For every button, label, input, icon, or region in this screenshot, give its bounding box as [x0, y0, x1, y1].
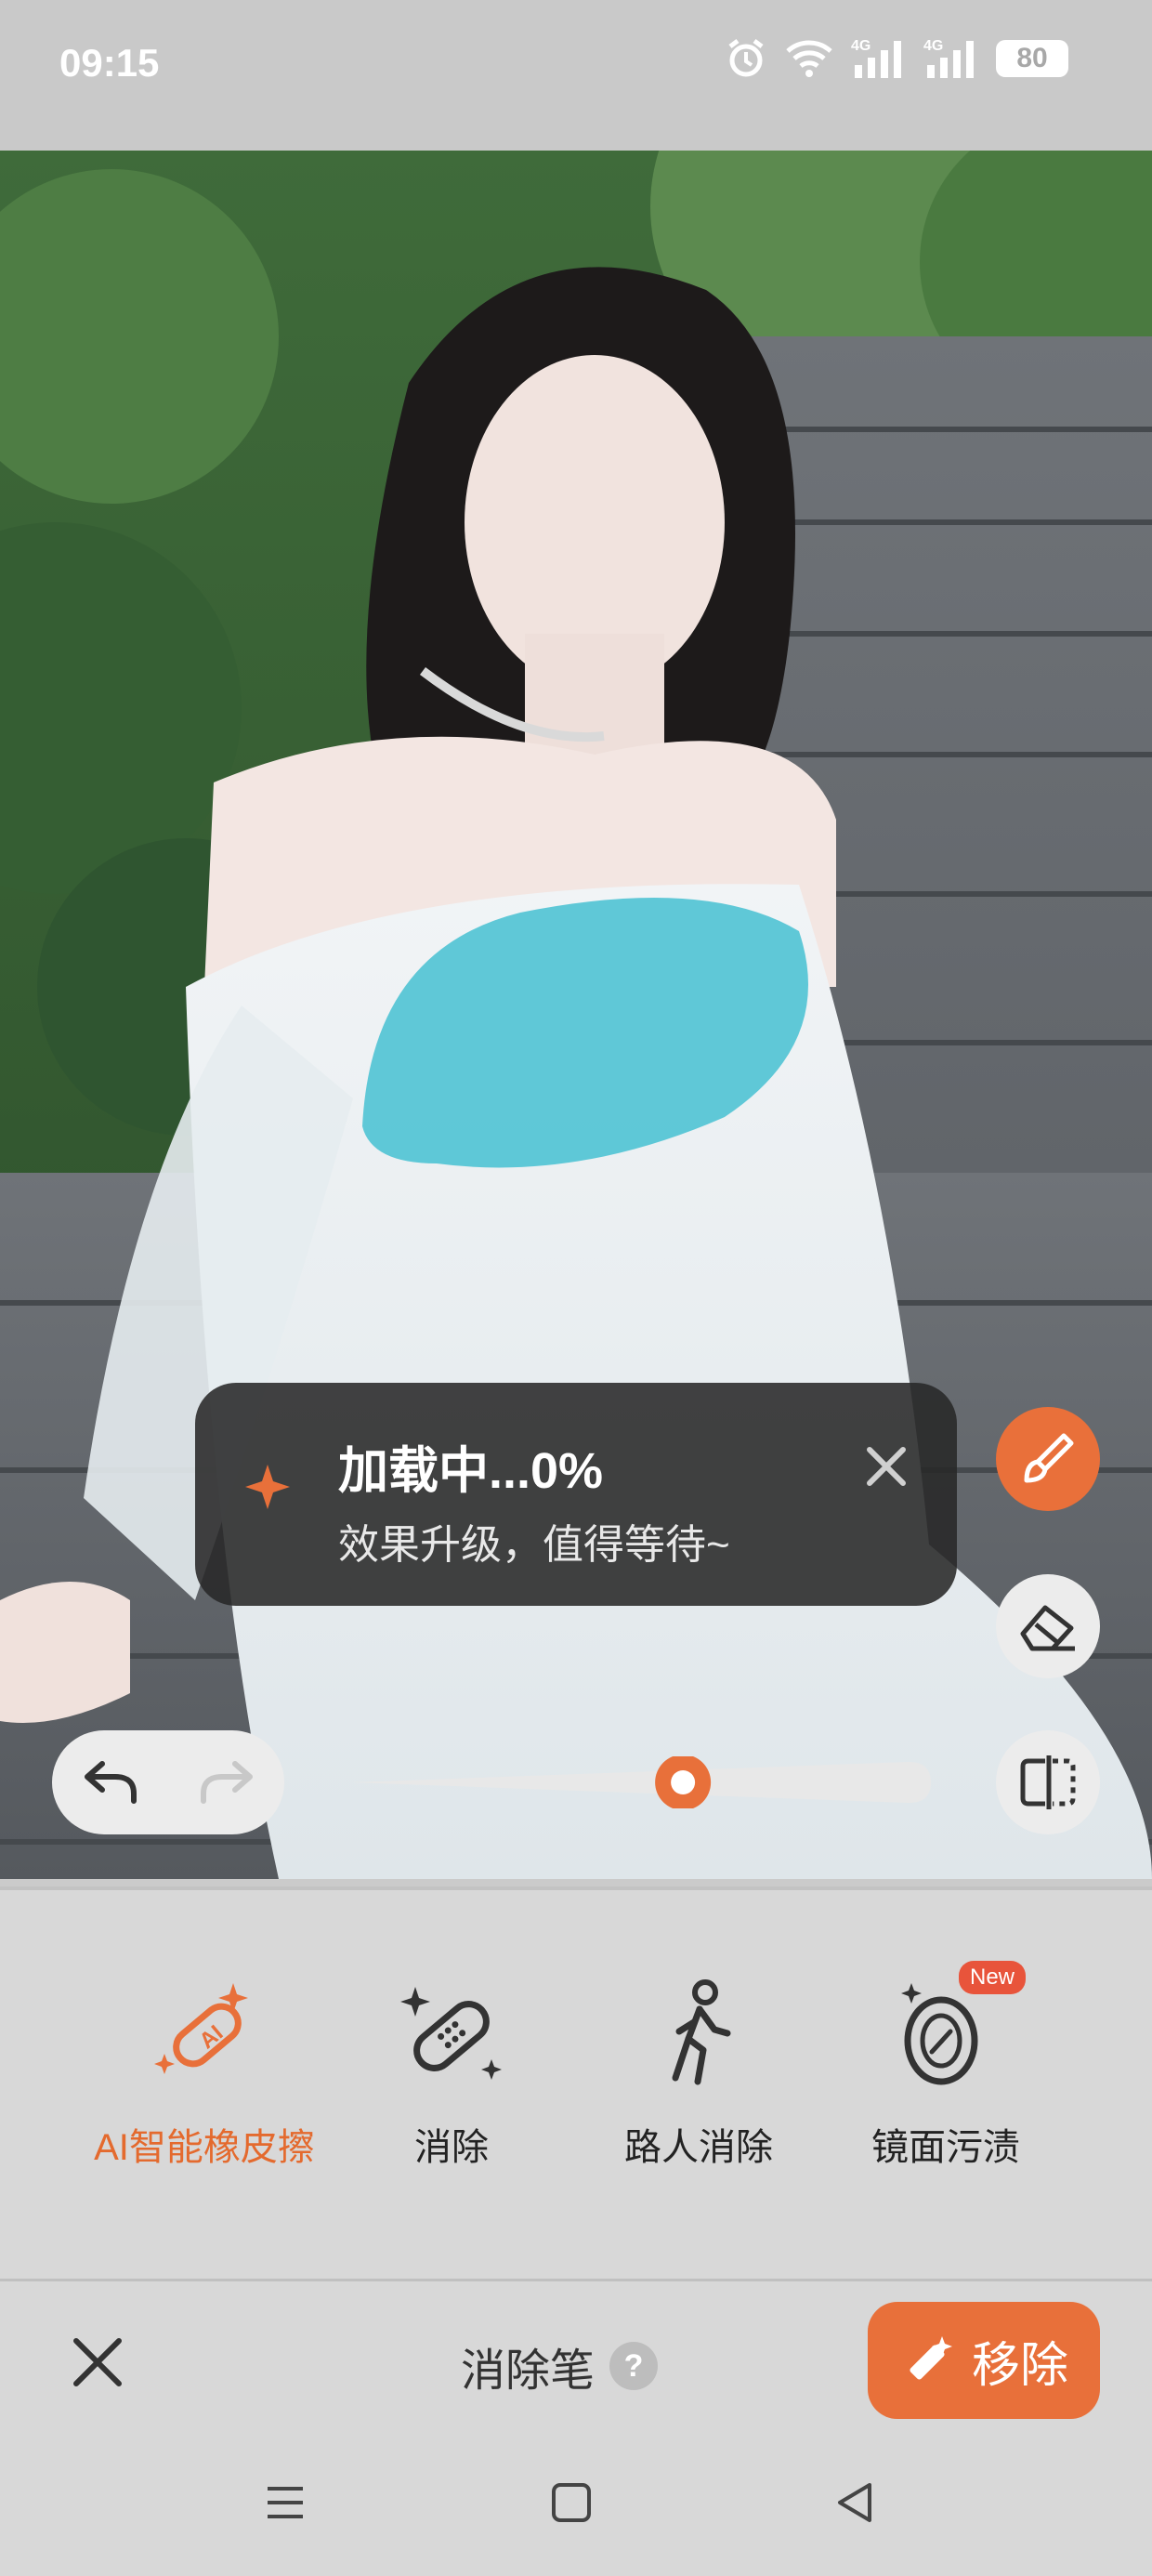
signal-4g-icon-2: 4G — [923, 38, 974, 78]
tool-label: AI智能橡皮擦 — [94, 2127, 315, 2168]
status-icons: 4G 4G 80 — [725, 37, 1068, 80]
system-nav-bar — [0, 2437, 1152, 2576]
compare-icon — [1020, 1755, 1076, 1809]
toast-title: 加载中...0% — [338, 1443, 604, 1499]
close-icon[interactable] — [857, 1437, 916, 1496]
tools-panel: AI AI智能橡皮擦 消除 路人消除 New 镜面污渍 — [0, 1886, 1152, 2282]
remove-button-label: 移除 — [971, 2338, 1068, 2393]
tool-pedestrian-remove[interactable]: 路人消除 — [578, 1965, 819, 2171]
tool-mirror-stain[interactable]: New 镜面污渍 — [825, 1961, 1067, 2171]
tool-label: 镜面污渍 — [871, 2127, 1020, 2168]
new-badge: New — [958, 1961, 1026, 1994]
toast-subtitle: 效果升级，值得等待~ — [338, 1522, 730, 1568]
home-icon[interactable] — [548, 2479, 595, 2526]
tool-remove[interactable]: 消除 — [331, 1965, 572, 2171]
bandage-icon — [400, 1987, 502, 2080]
magic-wand-icon — [910, 2336, 952, 2380]
svg-text:AI: AI — [195, 2020, 229, 2054]
brush-title: 消除笔 ? — [461, 2333, 659, 2399]
remove-button[interactable]: 移除 — [868, 2302, 1100, 2419]
brush-icon — [1024, 1433, 1074, 1483]
svg-text:4G: 4G — [923, 38, 943, 54]
alarm-icon — [728, 39, 764, 77]
brush-tool-button[interactable] — [996, 1407, 1100, 1511]
eraser-icon — [1020, 1605, 1075, 1651]
signal-4g-icon: 4G — [851, 38, 901, 78]
battery-icon: 80 — [996, 40, 1068, 77]
help-icon[interactable]: ? — [609, 2342, 659, 2390]
photo-canvas[interactable] — [0, 151, 1152, 1879]
menu-icon[interactable] — [262, 2479, 308, 2526]
bottom-action-bar: 消除笔 ? 移除 — [0, 2279, 1152, 2439]
brush-size-slider[interactable] — [351, 1756, 931, 1808]
pedestrian-icon — [672, 1979, 731, 2085]
tool-label: 消除 — [414, 2127, 489, 2168]
sparkle-icon — [245, 1465, 290, 1509]
ai-eraser-icon: AI — [154, 1983, 248, 2074]
wifi-icon — [786, 40, 832, 77]
back-icon[interactable] — [832, 2479, 879, 2526]
status-bar: 09:15 4G 4G 80 — [0, 0, 1152, 151]
eraser-tool-button[interactable] — [996, 1574, 1100, 1678]
tool-label: 路人消除 — [624, 2127, 773, 2168]
tool-ai-eraser[interactable]: AI AI智能橡皮擦 — [84, 1965, 325, 2171]
redo-icon[interactable] — [198, 1758, 255, 1807]
loading-toast: 加载中...0% 效果升级，值得等待~ — [195, 1383, 957, 1606]
status-time: 09:15 — [59, 41, 160, 85]
undo-icon[interactable] — [82, 1758, 139, 1807]
edited-photo — [0, 151, 1152, 1879]
undo-redo-group — [52, 1730, 284, 1834]
svg-text:4G: 4G — [851, 38, 871, 54]
compare-button[interactable] — [996, 1730, 1100, 1834]
brush-title-text: 消除笔 — [461, 2346, 596, 2396]
close-icon[interactable] — [65, 2330, 130, 2395]
